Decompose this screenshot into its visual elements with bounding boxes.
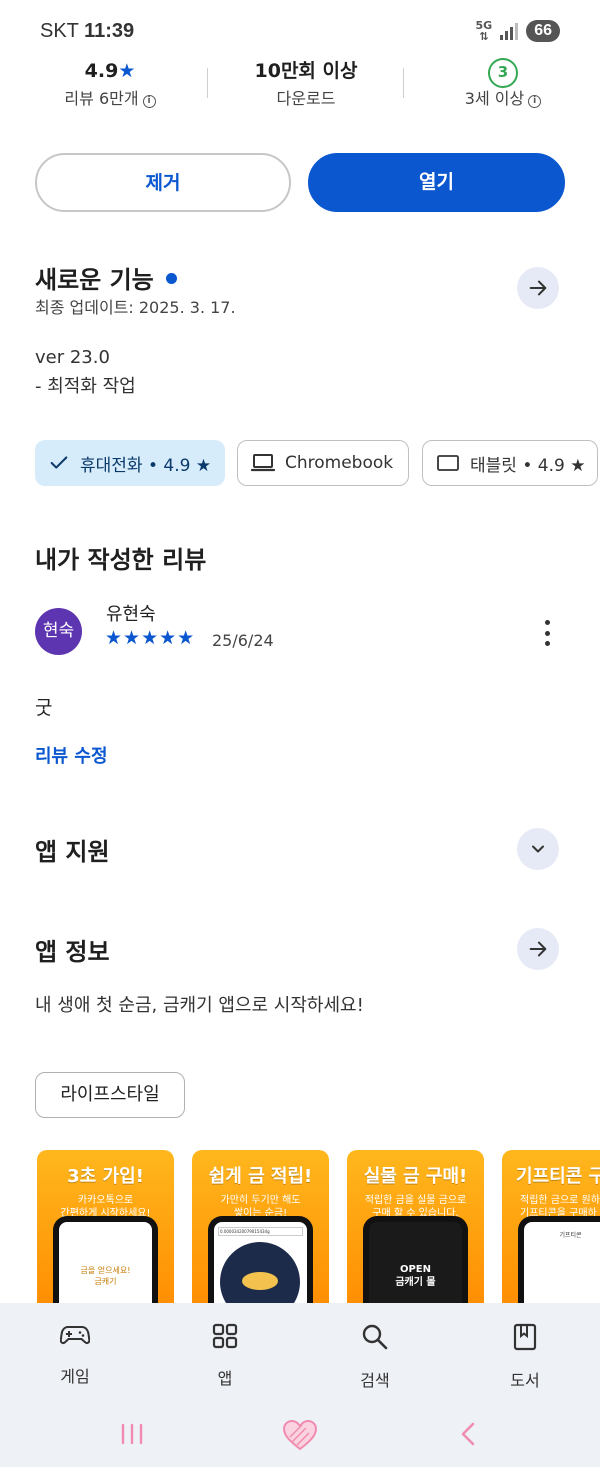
battery-icon: 66 (526, 20, 560, 42)
screenshot-title: 쉽게 금 적립! (208, 1166, 313, 1187)
app-description: 내 생애 첫 순금, 금캐기 앱으로 시작하세요! (35, 995, 364, 1016)
review-text: 굿 (35, 697, 53, 719)
chevron-down-icon (532, 845, 544, 853)
device-chip-label: 태블릿 • 4.9 ★ (470, 455, 586, 476)
release-notes: ver 23.0 - 최적화 작업 (35, 343, 136, 401)
open-button[interactable]: 열기 (308, 153, 565, 212)
nav-games[interactable]: 게임 (25, 1323, 125, 1387)
phone-mockup: OPEN 금캐기 몰 (363, 1216, 468, 1310)
age-rating-badge: 3 (488, 58, 518, 88)
screenshot-card[interactable]: 기프티콘 구 적립한 금으로 원하 기프티콘을 구매하 기프티콘 (502, 1150, 600, 1310)
rating-value: 4.9 (84, 60, 119, 82)
info-icon[interactable]: i (528, 95, 542, 108)
status-indicators: 5G ⇅ 66 (476, 20, 560, 42)
info-icon[interactable]: i (142, 95, 156, 108)
screenshot-screen-text: 금을 얻으세요! 금캐기 (80, 1266, 131, 1286)
whats-new-title-text: 새로운 기능 (35, 266, 154, 294)
book-icon (513, 1323, 537, 1351)
uninstall-button[interactable]: 제거 (35, 153, 291, 212)
screenshot-carousel[interactable]: 3초 가입! 카카오톡으로 간편하게 시작하세요! 금을 얻으세요! 금캐기 쉽… (0, 1150, 600, 1310)
screenshot-card[interactable]: 3초 가입! 카카오톡으로 간편하게 시작하세요! 금을 얻으세요! 금캐기 (37, 1150, 174, 1310)
downloads-stat: 10만회 이상 다운로드 (211, 56, 401, 112)
nav-books[interactable]: 도서 (475, 1323, 575, 1391)
recent-apps-icon[interactable] (120, 1423, 144, 1445)
app-support-expand-button[interactable] (517, 828, 559, 870)
release-note-line: - 최적화 작업 (35, 376, 136, 397)
device-chip-chromebook[interactable]: Chromebook (237, 440, 409, 486)
whats-new-arrow-button[interactable] (517, 267, 559, 309)
review-stars: ★★★★★ (105, 627, 196, 649)
laptop-icon (251, 454, 275, 472)
screenshot-card[interactable]: 쉽게 금 적립! 가만히 두기만 해도 쌓이는 순금! 0.0000342007… (192, 1150, 329, 1310)
app-info-arrow-button[interactable] (517, 928, 559, 970)
avatar: 현숙 (35, 608, 82, 655)
app-info-title[interactable]: 앱 정보 (35, 932, 110, 967)
signal-icon (500, 22, 519, 40)
screenshot-screen-text: 기프티콘 (559, 1232, 582, 1239)
device-chip-label: 휴대전화 • 4.9 ★ (80, 455, 212, 476)
rating-stat[interactable]: 4.9★ 리뷰 6만개 i (15, 56, 205, 112)
nav-label: 검색 (360, 1371, 390, 1390)
more-options-icon[interactable] (542, 620, 552, 646)
downloads-value: 10만회 이상 (254, 60, 358, 82)
downloads-label: 다운로드 (276, 89, 336, 108)
bottom-navigation: 게임 앱 검색 도서 (0, 1303, 600, 1403)
release-note-line: ver 23.0 (35, 347, 110, 368)
network-label: 5G (475, 19, 493, 32)
category-chip[interactable]: 라이프스타일 (35, 1072, 185, 1118)
screenshot-title: 실물 금 구매! (363, 1166, 468, 1187)
app-support-title[interactable]: 앱 지원 (35, 832, 110, 867)
status-time: 11:39 (84, 20, 135, 42)
nav-label: 게임 (60, 1367, 90, 1386)
nav-apps[interactable]: 앱 (175, 1323, 275, 1389)
nav-search[interactable]: 검색 (325, 1323, 425, 1391)
phone-mockup: 금을 얻으세요! 금캐기 (53, 1216, 158, 1310)
gold-pile-image (220, 1242, 300, 1310)
reviews-count: 리뷰 6만개 (64, 89, 139, 108)
star-icon: ★ (118, 60, 136, 82)
status-bar: SKT 11:39 5G ⇅ 66 (0, 0, 600, 56)
last-updated: 최종 업데이트: 2025. 3. 17. (35, 298, 236, 317)
divider (207, 68, 208, 98)
gamepad-icon (59, 1326, 91, 1344)
network-5g-icon: 5G ⇅ (475, 19, 493, 43)
whats-new-title[interactable]: 새로운 기능 (35, 260, 177, 295)
screenshot-title: 기프티콘 구 (516, 1166, 600, 1187)
screenshot-title: 3초 가입! (67, 1166, 144, 1187)
system-navigation-bar (0, 1403, 600, 1467)
age-rating-stat[interactable]: 3 3세 이상 i (408, 56, 598, 112)
home-heart-icon[interactable] (282, 1419, 318, 1451)
device-chip-label: Chromebook (285, 453, 394, 473)
device-chip-phone[interactable]: 휴대전화 • 4.9 ★ (35, 440, 225, 486)
apps-grid-icon (212, 1323, 238, 1349)
arrow-right-icon (529, 941, 547, 957)
reviewer-name: 유현숙 (106, 604, 156, 625)
carrier-name: SKT (40, 20, 79, 42)
back-icon[interactable] (458, 1421, 478, 1447)
screenshot-screen-text: OPEN 금캐기 몰 (395, 1264, 436, 1288)
nav-label: 앱 (217, 1369, 233, 1388)
app-stats: 4.9★ 리뷰 6만개 i 10만회 이상 다운로드 3 3세 이상 i (0, 56, 600, 136)
nav-label: 도서 (510, 1371, 540, 1390)
edit-review-link[interactable]: 리뷰 수정 (35, 742, 108, 768)
phone-mockup: 기프티콘 (518, 1216, 600, 1310)
age-rating-label: 3세 이상 (464, 89, 525, 108)
my-review-title: 내가 작성한 리뷰 (35, 546, 207, 574)
check-icon (50, 456, 68, 469)
status-carrier: SKT 11:39 (40, 20, 134, 43)
device-chip-tablet[interactable]: 태블릿 • 4.9 ★ (422, 440, 598, 486)
screenshot-screen-text: 0.00003420079015434g (218, 1227, 303, 1236)
tablet-icon (437, 455, 459, 471)
phone-mockup: 0.00003420079015434g (208, 1216, 313, 1310)
divider (403, 68, 404, 98)
screenshot-card[interactable]: 실물 금 구매! 적립한 금을 실물 금으로 구매 할 수 있습니다. OPEN… (347, 1150, 484, 1310)
search-icon (362, 1324, 388, 1350)
review-date: 25/6/24 (212, 631, 274, 650)
arrow-right-icon (529, 280, 547, 296)
new-indicator-dot (165, 273, 177, 284)
